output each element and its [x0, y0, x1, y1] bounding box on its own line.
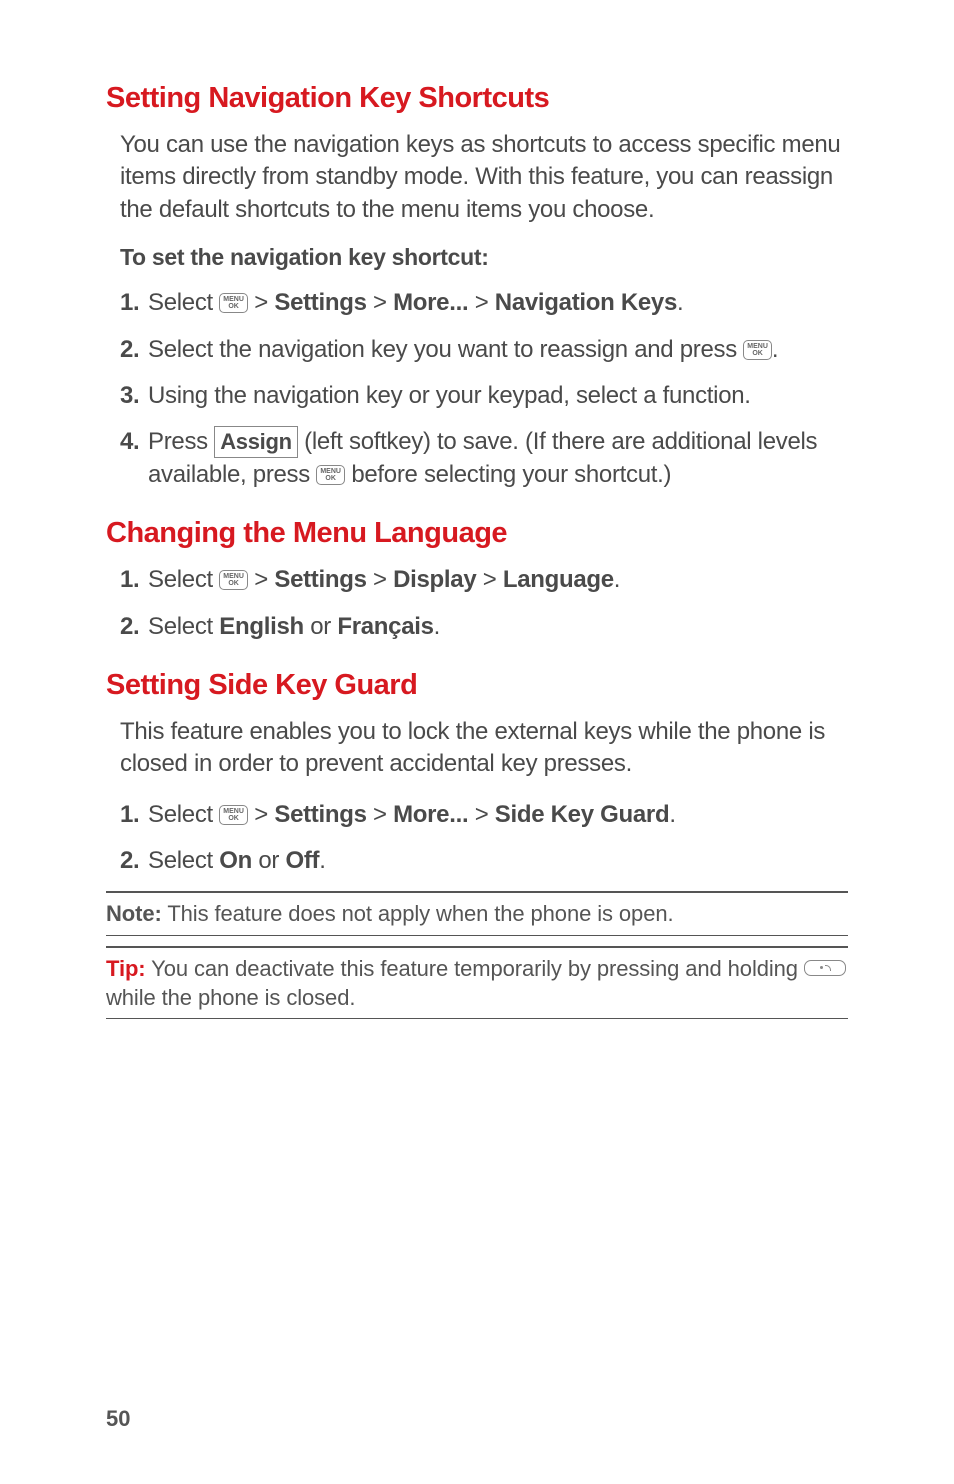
menu-path: More...: [393, 289, 468, 316]
menu-ok-icon: MENUOK: [219, 570, 248, 590]
steps-nav-shortcuts: 1. Select MENUOK > Settings > More... > …: [120, 287, 848, 491]
step-4: 4. Press Assign (left softkey) to save. …: [120, 426, 848, 491]
menu-path: Settings: [274, 801, 366, 828]
menu-path: Navigation Keys: [495, 289, 677, 316]
step-number: 2.: [120, 845, 139, 877]
step-text: Press: [148, 428, 214, 455]
page-number: 50: [106, 1406, 130, 1432]
menu-path: Language: [503, 566, 614, 593]
step-2: 2. Select the navigation key you want to…: [120, 334, 848, 366]
intro-nav-shortcuts: You can use the navigation keys as short…: [120, 129, 848, 226]
menu-ok-icon: MENUOK: [743, 340, 772, 360]
intro-side-key-guard: This feature enables you to lock the ext…: [120, 716, 848, 781]
step-text: >: [248, 289, 274, 316]
step-1: 1. Select MENUOK > Settings > Display > …: [120, 564, 848, 596]
note-label: Note:: [106, 901, 162, 926]
tip-text: Tip: You can deactivate this feature tem…: [106, 952, 848, 1015]
heading-nav-shortcuts: Setting Navigation Key Shortcuts: [106, 82, 848, 115]
steps-menu-language: 1. Select MENUOK > Settings > Display > …: [120, 564, 848, 643]
assign-softkey: Assign: [214, 426, 298, 458]
step-text: Select: [148, 613, 219, 640]
step-text: Select: [148, 566, 219, 593]
step-number: 1.: [120, 564, 139, 596]
note-text: Note: This feature does not apply when t…: [106, 897, 848, 932]
option: English: [219, 613, 304, 640]
subheading-nav-shortcut: To set the navigation key shortcut:: [120, 244, 848, 271]
menu-ok-icon: MENUOK: [219, 293, 248, 313]
option: Off: [286, 847, 320, 874]
speaker-button-icon: [804, 960, 846, 976]
step-number: 1.: [120, 287, 139, 319]
step-text: Select: [148, 847, 219, 874]
tip-label: Tip:: [106, 956, 146, 981]
step-text: Select the navigation key you want to re…: [148, 336, 743, 363]
divider: [106, 935, 848, 936]
heading-side-key-guard: Setting Side Key Guard: [106, 669, 848, 702]
step-text: Using the navigation key or your keypad,…: [148, 382, 751, 409]
step-text: Select: [148, 801, 219, 828]
menu-path: More...: [393, 801, 468, 828]
menu-ok-icon: MENUOK: [219, 805, 248, 825]
menu-path: Settings: [274, 289, 366, 316]
tip-block: Tip: You can deactivate this feature tem…: [106, 946, 848, 1019]
step-1: 1. Select MENUOK > Settings > More... > …: [120, 287, 848, 319]
step-number: 1.: [120, 799, 139, 831]
menu-path: Display: [393, 566, 476, 593]
step-2: 2. Select English or Français.: [120, 611, 848, 643]
step-text: Select: [148, 289, 219, 316]
option: Français: [337, 613, 433, 640]
step-number: 3.: [120, 380, 139, 412]
step-number: 2.: [120, 334, 139, 366]
option: On: [219, 847, 252, 874]
steps-side-key-guard: 1. Select MENUOK > Settings > More... > …: [120, 799, 848, 878]
menu-ok-icon: MENUOK: [316, 465, 345, 485]
step-2: 2. Select On or Off.: [120, 845, 848, 877]
menu-path: Settings: [274, 566, 366, 593]
divider: [106, 946, 848, 948]
heading-menu-language: Changing the Menu Language: [106, 517, 848, 550]
menu-path: Side Key Guard: [495, 801, 670, 828]
note-block: Note: This feature does not apply when t…: [106, 891, 848, 936]
divider: [106, 1018, 848, 1019]
step-number: 2.: [120, 611, 139, 643]
step-3: 3. Using the navigation key or your keyp…: [120, 380, 848, 412]
divider: [106, 891, 848, 893]
step-number: 4.: [120, 426, 139, 458]
step-1: 1. Select MENUOK > Settings > More... > …: [120, 799, 848, 831]
